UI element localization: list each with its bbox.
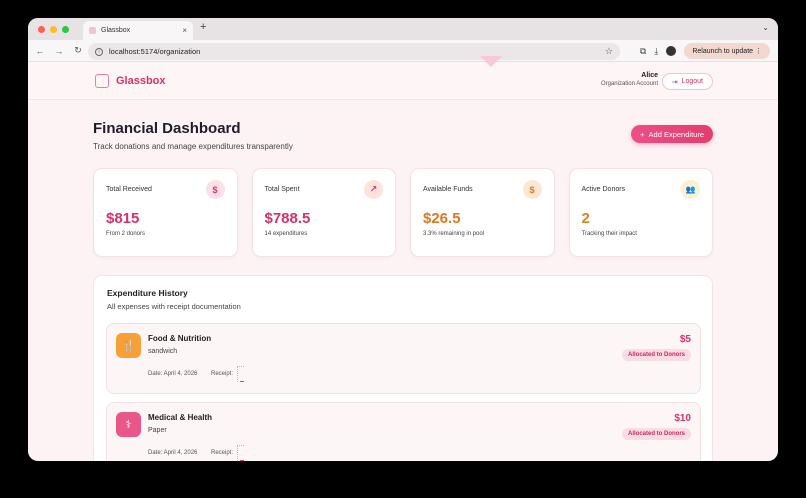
expenditure-description: sandwich xyxy=(148,348,178,355)
expenditure-date: Date: April 4, 2026 xyxy=(148,450,198,456)
extensions-icon[interactable]: ⧉ xyxy=(640,46,646,57)
close-tab-icon[interactable]: × xyxy=(182,26,187,35)
expenditure-item[interactable]: 🍴 Food & Nutrition sandwich Date: April … xyxy=(106,323,701,394)
section-title: Expenditure History xyxy=(107,288,188,298)
tab-title: Glassbox xyxy=(101,27,131,34)
reload-icon[interactable]: ↻ xyxy=(71,45,85,56)
tab-strip: Glassbox × + ⌄ xyxy=(28,18,778,40)
stat-card-total-spent: Total Spent ↗ $788.5 14 expenditures xyxy=(251,168,396,257)
stat-note: 14 expenditures xyxy=(264,231,308,237)
user-role: Organization Account xyxy=(600,81,658,87)
browser-window: Glassbox × + ⌄ ← → ↻ i localhost:5174/or… xyxy=(28,18,778,461)
stat-note: Tracking their impact xyxy=(581,231,637,237)
logout-icon: ⇥ xyxy=(671,78,678,86)
close-window-button[interactable] xyxy=(38,26,45,33)
stat-cards: Total Received $ $815 From 2 donors Tota… xyxy=(93,168,713,257)
url-text: localhost:5174/organization xyxy=(109,47,201,56)
decorative-notch xyxy=(480,56,502,67)
stat-value: 2 xyxy=(581,210,590,227)
new-tab-button[interactable]: + xyxy=(200,21,206,33)
toolbar-actions: ⧉ ⤓ Relaunch to update ⋮ xyxy=(640,43,770,59)
stat-value: $26.5 xyxy=(423,210,461,227)
minimize-window-button[interactable] xyxy=(50,26,57,33)
status-badge: Allocated to Donors xyxy=(621,428,691,440)
maximize-window-button[interactable] xyxy=(62,26,69,33)
site-info-icon[interactable]: i xyxy=(95,47,103,56)
expenditure-item[interactable]: ⚕ Medical & Health Paper Date: April 4, … xyxy=(106,402,701,461)
expenditure-amount: $5 xyxy=(679,334,691,345)
users-icon: 👥 xyxy=(681,180,700,199)
kebab-menu-icon: ⋮ xyxy=(755,48,762,55)
dollar-icon: $ xyxy=(522,180,542,199)
expenditure-title: Medical & Health xyxy=(148,413,213,422)
dollar-icon: $ xyxy=(205,180,225,199)
app-header: Glassbox Alice Organization Account ⇥ Lo… xyxy=(28,62,778,100)
brand[interactable]: Glassbox xyxy=(95,74,166,88)
expenditure-title: Food & Nutrition xyxy=(148,334,212,343)
stat-note: 3.3% remaining in pool xyxy=(423,231,485,237)
stat-card-total-received: Total Received $ $815 From 2 donors xyxy=(93,168,238,257)
browser-toolbar: ← → ↻ i localhost:5174/organization ☆ ⧉ … xyxy=(28,40,778,62)
expenditure-history: Expenditure History All expenses with re… xyxy=(93,275,713,461)
page-title: Financial Dashboard xyxy=(93,120,241,137)
stat-card-available-funds: Available Funds $ $26.5 3.3% remaining i… xyxy=(410,168,555,257)
brand-name: Glassbox xyxy=(116,75,166,87)
favicon-icon xyxy=(89,27,96,34)
profile-avatar[interactable] xyxy=(666,46,677,56)
gift-box-icon xyxy=(95,74,109,88)
stat-value: $788.5 xyxy=(264,210,311,227)
status-badge: Allocated to Donors xyxy=(621,349,691,361)
forward-icon[interactable]: → xyxy=(52,46,66,56)
relaunch-label: Relaunch to update xyxy=(692,48,754,55)
logout-label: Logout xyxy=(681,78,703,85)
back-icon[interactable]: ← xyxy=(33,46,47,56)
trending-up-icon: ↗ xyxy=(364,180,383,199)
bookmark-star-icon[interactable]: ☆ xyxy=(605,46,613,57)
add-expenditure-button[interactable]: + Add Expenditure xyxy=(631,125,713,143)
logout-button[interactable]: ⇥ Logout xyxy=(661,73,713,90)
receipt-thumbnail[interactable] xyxy=(237,366,244,382)
utensils-icon: 🍴 xyxy=(116,333,141,358)
plus-icon: + xyxy=(640,129,645,139)
address-bar[interactable]: i localhost:5174/organization ☆ xyxy=(88,43,620,60)
receipt-label: Receipt: xyxy=(211,450,234,456)
expenditure-date: Date: April 4, 2026 xyxy=(148,371,198,377)
stethoscope-icon: ⚕ xyxy=(116,412,141,437)
tab-search-chevron-icon[interactable]: ⌄ xyxy=(762,23,769,32)
download-icon[interactable]: ⤓ xyxy=(654,46,658,57)
page-subtitle: Track donations and manage expenditures … xyxy=(93,142,293,151)
add-expenditure-label: Add Expenditure xyxy=(648,129,704,139)
stat-note: From 2 donors xyxy=(106,231,146,237)
receipt-thumbnail[interactable] xyxy=(237,445,244,461)
section-subtitle: All expenses with receipt documentation xyxy=(107,302,241,311)
expenditure-amount: $10 xyxy=(674,413,691,424)
browser-tab[interactable]: Glassbox × xyxy=(83,21,193,40)
relaunch-button[interactable]: Relaunch to update ⋮ xyxy=(684,43,770,59)
expenditure-description: Paper xyxy=(148,427,167,434)
user-name: Alice xyxy=(641,72,658,79)
stat-card-active-donors: Active Donors 👥 2 Tracking their impact xyxy=(568,168,713,257)
user-info: Alice Organization Account xyxy=(601,72,658,87)
window-controls xyxy=(38,26,69,33)
receipt-label: Receipt: xyxy=(211,371,234,377)
stat-value: $815 xyxy=(106,210,140,227)
